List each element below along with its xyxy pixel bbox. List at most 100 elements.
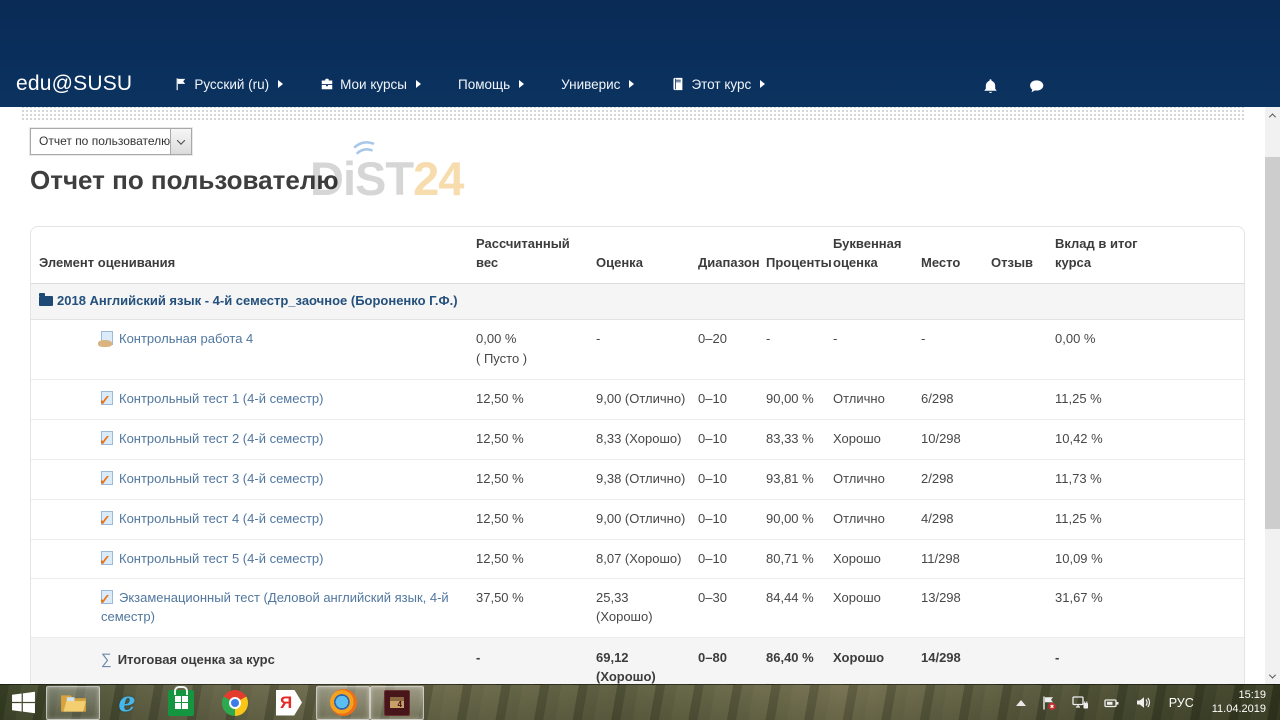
col-calculated-weight: Рассчитанный вес (476, 227, 596, 283)
user-report-table: Элемент оценивания Рассчитанный вес Оцен… (30, 226, 1245, 705)
grade-item-link[interactable]: Экзаменационный тест (Деловой английский… (101, 590, 449, 624)
scrollbar-thumb[interactable] (1265, 157, 1280, 529)
col-letter-grade: Буквенная оценка (833, 227, 921, 283)
table-row: Контрольный тест 4 (4-й семестр) 12,50 %… (31, 499, 1245, 539)
cell-percent: 90,00 % (766, 499, 833, 539)
sigma-icon: ∑ (101, 651, 112, 668)
language-indicator[interactable]: РУС (1166, 696, 1197, 710)
messages-chat-icon[interactable] (1028, 78, 1045, 95)
notifications-bell-icon[interactable] (982, 78, 999, 95)
top-header: edu@SUSU Русский (ru) Мои курсы Помощь У… (0, 0, 1280, 107)
cell-feedback (991, 579, 1055, 638)
grade-item-link[interactable]: Контрольный тест 3 (4-й семестр) (119, 471, 323, 486)
table-row: Контрольный тест 3 (4-й семестр) 12,50 %… (31, 459, 1245, 499)
scroll-up-button[interactable] (1265, 107, 1280, 123)
nav-my-courses-menu[interactable]: Мои курсы (320, 77, 421, 92)
file-explorer-button[interactable] (46, 686, 100, 720)
cell-range: 0–20 (698, 319, 766, 380)
archive-app-button[interactable] (370, 686, 424, 720)
table-row: Контрольный тест 1 (4-й семестр) 12,50 %… (31, 380, 1245, 420)
windows-store-button[interactable] (154, 686, 208, 720)
cell-percent: 90,00 % (766, 380, 833, 420)
tray-date: 11.04.2019 (1212, 703, 1266, 715)
col-grade-item: Элемент оценивания (31, 227, 476, 283)
cell-grade: 9,38 (Отлично) (596, 459, 698, 499)
network-icon[interactable] (1072, 695, 1089, 710)
cell-contribution: 11,25 % (1055, 499, 1245, 539)
cell-percent: 80,71 % (766, 539, 833, 579)
chrome-icon (222, 690, 248, 716)
cell-letter: Хорошо (833, 579, 921, 638)
folder-icon (39, 296, 53, 306)
internet-explorer-button[interactable]: e (100, 686, 154, 720)
cell-feedback (991, 380, 1055, 420)
grade-item-link[interactable]: Контрольный тест 4 (4-й семестр) (119, 511, 323, 526)
vertical-scrollbar[interactable] (1265, 107, 1280, 684)
nav-my-courses-label: Мои курсы (340, 77, 407, 92)
table-header-row: Элемент оценивания Рассчитанный вес Оцен… (31, 227, 1245, 283)
table-row: Контрольный тест 5 (4-й семестр) 12,50 %… (31, 539, 1245, 579)
battery-icon[interactable] (1104, 696, 1120, 710)
col-percent: Проценты (766, 227, 833, 283)
cell-letter: Хорошо (833, 420, 921, 460)
yandex-browser-icon: Я (276, 690, 302, 716)
windows-logo-icon (11, 690, 36, 715)
grade-item-link[interactable]: Контрольный тест 1 (4-й семестр) (119, 391, 323, 406)
volume-speaker-icon[interactable] (1135, 695, 1151, 710)
site-logo[interactable]: edu@SUSU (16, 72, 132, 96)
grade-item-link[interactable]: Контрольная работа 4 (119, 331, 253, 346)
grade-item-link[interactable]: Контрольный тест 5 (4-й семестр) (119, 551, 323, 566)
firefox-button[interactable] (316, 686, 370, 720)
table-row: Экзаменационный тест (Деловой английский… (31, 579, 1245, 638)
grade-item-link[interactable]: Контрольный тест 2 (4-й семестр) (119, 431, 323, 446)
cell-contribution: 31,67 % (1055, 579, 1245, 638)
quiz-icon (101, 471, 113, 485)
cell-weight: 12,50 % (476, 420, 596, 460)
cell-percent: 83,33 % (766, 420, 833, 460)
cell-range: 0–10 (698, 539, 766, 579)
cell-weight: 37,50 % (476, 579, 596, 638)
cell-percent: 93,81 % (766, 459, 833, 499)
nav-univeris-menu[interactable]: Универис (561, 77, 634, 92)
quiz-icon (101, 511, 113, 525)
cell-rank: 10/298 (921, 420, 991, 460)
action-center-flag-icon[interactable] (1041, 695, 1057, 711)
tray-expand-icon[interactable] (1016, 700, 1026, 706)
yandex-browser-button[interactable]: Я (262, 686, 316, 720)
cell-grade: 8,07 (Хорошо) (596, 539, 698, 579)
report-type-select[interactable]: Отчет по пользователю (30, 128, 192, 155)
cell-weight: 12,50 % (476, 380, 596, 420)
cell-feedback (991, 319, 1055, 380)
cell-percent: - (766, 319, 833, 380)
nav-help-label: Помощь (458, 77, 510, 92)
cell-rank: 4/298 (921, 499, 991, 539)
firefox-icon (330, 689, 357, 716)
cell-feedback (991, 459, 1055, 499)
main-navbar: edu@SUSU Русский (ru) Мои курсы Помощь У… (0, 66, 1280, 102)
course-category-row: 2018 Английский язык - 4-й семестр_заочн… (31, 283, 1245, 319)
chrome-button[interactable] (208, 686, 262, 720)
cell-rank: 6/298 (921, 380, 991, 420)
page-title: Отчет по пользователю (30, 165, 339, 196)
nav-this-course-menu[interactable]: Этот курс (671, 77, 765, 92)
cell-letter: - (833, 319, 921, 380)
cell-range: 0–30 (698, 579, 766, 638)
chevron-down-icon (1269, 671, 1276, 678)
flag-icon (174, 77, 188, 91)
system-tray: РУС 15:19 11.04.2019 (1016, 685, 1280, 720)
caret-right-icon (629, 80, 634, 88)
cell-weight: 12,50 % (476, 459, 596, 499)
chevron-down-icon (177, 136, 185, 144)
cell-contribution: 10,42 % (1055, 420, 1245, 460)
start-button[interactable] (0, 686, 46, 720)
cell-feedback (991, 420, 1055, 460)
select-dropdown-button[interactable] (170, 129, 191, 154)
clock[interactable]: 15:19 11.04.2019 (1212, 689, 1270, 716)
cell-letter: Отлично (833, 459, 921, 499)
nav-language-menu[interactable]: Русский (ru) (174, 77, 283, 92)
nav-language-label: Русский (ru) (194, 77, 269, 92)
scroll-down-button[interactable] (1265, 668, 1280, 684)
caret-right-icon (760, 80, 765, 88)
briefcase-icon (320, 77, 334, 91)
nav-help-menu[interactable]: Помощь (458, 77, 524, 92)
